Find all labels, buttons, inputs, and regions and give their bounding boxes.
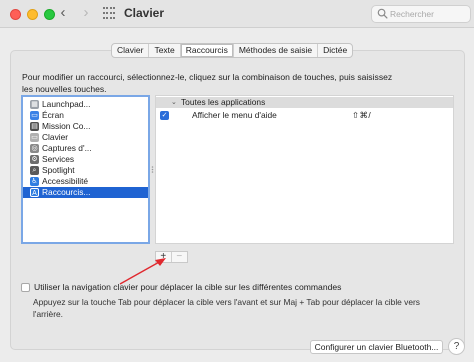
forward-button[interactable]: › xyxy=(77,4,95,22)
category-label: Accessibilité xyxy=(42,176,89,186)
category-services[interactable]: ⚙ Services xyxy=(23,154,148,165)
tab-methodes-de-saisie[interactable]: Méthodes de saisie xyxy=(234,44,319,57)
spotlight-icon: ⌕ xyxy=(30,166,39,175)
gear-icon: ⚙ xyxy=(30,155,39,164)
accessibility-icon: ♿ xyxy=(30,177,39,186)
category-spotlight[interactable]: ⌕ Spotlight xyxy=(23,165,148,176)
title-bar: ‹ › Clavier xyxy=(0,0,474,28)
keyboard-navigation-help: Appuyez sur la touche Tab pour déplacer … xyxy=(33,297,420,319)
shortcut-row[interactable]: ✓ Afficher le menu d'aide ⇧⌘/ xyxy=(156,109,453,122)
search-input[interactable] xyxy=(390,8,468,20)
search-icon xyxy=(377,8,388,19)
category-ecran[interactable]: ▭ Écran xyxy=(23,110,148,121)
category-mission-control[interactable]: ▤ Mission Co... xyxy=(23,121,148,132)
remove-shortcut-button[interactable]: − xyxy=(172,252,187,262)
chevron-down-icon[interactable]: ⌄ xyxy=(171,97,177,108)
shortcut-label: Afficher le menu d'aide xyxy=(192,110,277,120)
category-accessibilite[interactable]: ♿ Accessibilité xyxy=(23,176,148,187)
instructions-text: Pour modifier un raccourci, sélectionnez… xyxy=(22,72,393,94)
tab-clavier[interactable]: Clavier xyxy=(112,44,150,57)
category-label: Écran xyxy=(42,110,64,120)
window-title: Clavier xyxy=(124,6,165,20)
category-label: Mission Co... xyxy=(42,121,91,131)
help-button[interactable]: ? xyxy=(448,338,465,355)
splitter-handle-icon[interactable] xyxy=(151,165,154,174)
display-icon: ▭ xyxy=(30,111,39,120)
minimize-window-button[interactable] xyxy=(27,9,38,20)
category-label: Spotlight xyxy=(42,165,75,175)
shortcut-group-row[interactable]: ⌄ Toutes les applications xyxy=(156,97,453,108)
tab-bar: Clavier Texte Raccourcis Méthodes de sai… xyxy=(111,43,354,58)
keyboard-navigation-checkbox[interactable] xyxy=(21,283,30,292)
keyboard-icon: ▭ xyxy=(30,133,39,142)
search-field[interactable] xyxy=(371,5,471,23)
add-shortcut-button[interactable]: + xyxy=(156,252,172,262)
close-window-button[interactable] xyxy=(10,9,21,20)
category-label: Captures d'... xyxy=(42,143,92,153)
category-raccourcis-applications[interactable]: A Raccourcis... xyxy=(23,187,148,198)
screenshot-icon: ◎ xyxy=(30,144,39,153)
tab-texte[interactable]: Texte xyxy=(149,44,181,57)
category-label: Raccourcis... xyxy=(42,187,91,197)
group-label: Toutes les applications xyxy=(181,97,266,107)
shortcuts-table: ⌄ Toutes les applications ✓ Afficher le … xyxy=(155,95,454,244)
tab-dictee[interactable]: Dictée xyxy=(318,44,352,57)
shortcut-categories-list[interactable]: ▦ Launchpad... ▭ Écran ▤ Mission Co... ▭… xyxy=(21,95,150,244)
launchpad-icon: ▦ xyxy=(30,100,39,109)
keyboard-navigation-label[interactable]: Utiliser la navigation clavier pour dépl… xyxy=(34,282,341,292)
category-launchpad[interactable]: ▦ Launchpad... xyxy=(23,99,148,110)
category-label: Services xyxy=(42,154,75,164)
back-button[interactable]: ‹ xyxy=(54,4,72,22)
show-all-grid-icon[interactable] xyxy=(103,7,116,20)
mission-control-icon: ▤ xyxy=(30,122,39,131)
category-clavier[interactable]: ▭ Clavier xyxy=(23,132,148,143)
category-label: Launchpad... xyxy=(42,99,91,109)
category-captures[interactable]: ◎ Captures d'... xyxy=(23,143,148,154)
shortcut-enabled-checkbox[interactable]: ✓ xyxy=(160,111,169,120)
app-shortcuts-icon: A xyxy=(30,188,39,197)
category-label: Clavier xyxy=(42,132,69,142)
setup-bluetooth-keyboard-button[interactable]: Configurer un clavier Bluetooth... xyxy=(310,340,443,354)
shortcut-keys[interactable]: ⇧⌘/ xyxy=(352,109,371,122)
tab-raccourcis[interactable]: Raccourcis xyxy=(180,44,234,57)
add-remove-control: + − xyxy=(155,251,188,263)
